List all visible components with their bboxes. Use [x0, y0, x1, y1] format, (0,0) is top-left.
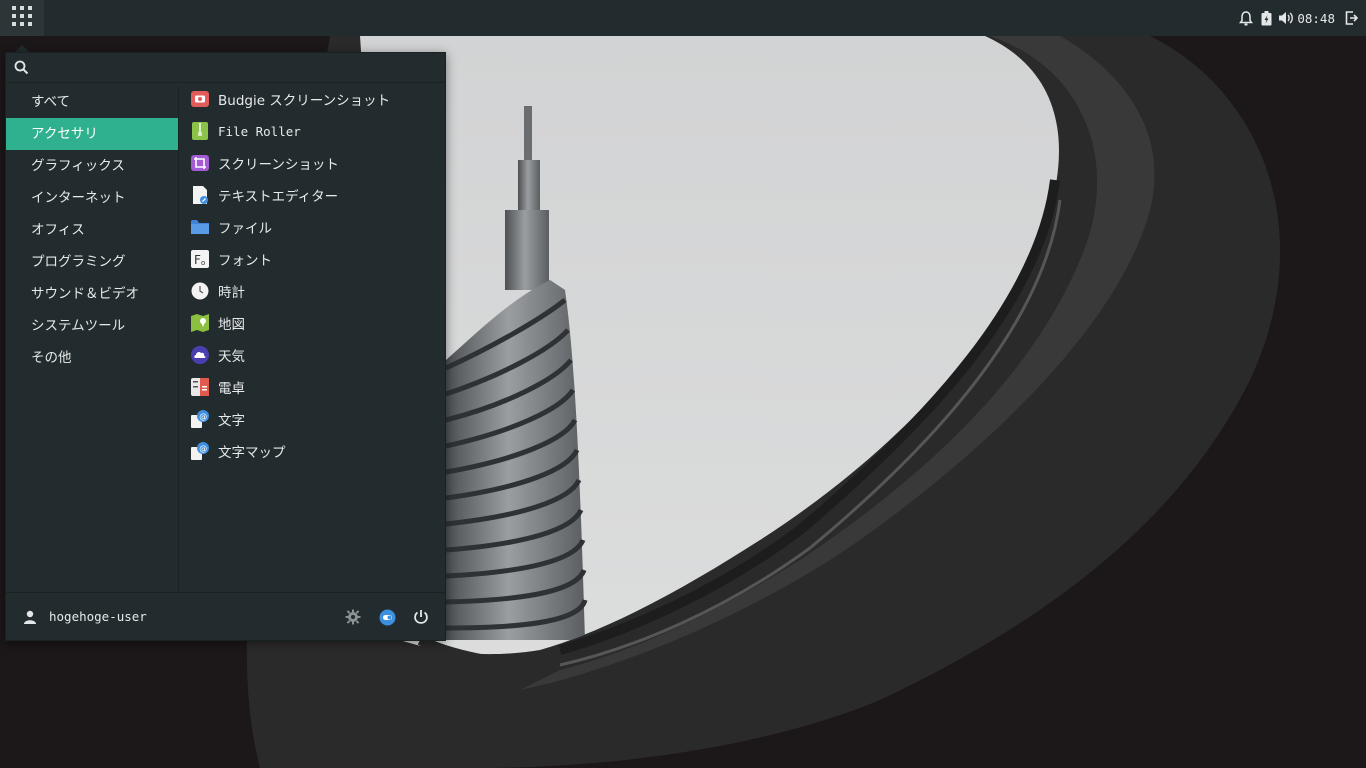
folder-icon	[190, 217, 210, 237]
app-label: 時計	[218, 285, 245, 301]
bell-icon[interactable]	[1237, 9, 1255, 27]
app-menu-button[interactable]	[0, 0, 44, 36]
app-item-fonts[interactable]: F o フォント	[186, 243, 445, 275]
system-tray: 08:48	[1236, 0, 1366, 36]
app-label: 電卓	[218, 381, 245, 397]
app-label: Budgie スクリーンショット	[218, 93, 391, 109]
weather-icon	[190, 345, 210, 365]
character-map-icon: @	[190, 441, 210, 461]
app-item-maps[interactable]: 地図	[186, 307, 445, 339]
calculator-icon	[190, 377, 210, 397]
svg-text:o: o	[201, 259, 205, 267]
app-item-characters[interactable]: @ 文字	[186, 403, 445, 435]
category-internet[interactable]: インターネット	[6, 182, 178, 214]
search-icon	[6, 53, 36, 83]
application-menu: すべて アクセサリ グラフィックス インターネット オフィス プログラミング サ…	[5, 52, 446, 641]
svg-text:@: @	[199, 444, 207, 453]
svg-text:F: F	[194, 253, 201, 267]
app-item-files[interactable]: ファイル	[186, 211, 445, 243]
category-graphics[interactable]: グラフィックス	[6, 150, 178, 182]
top-panel: 08:48	[0, 0, 1366, 36]
category-list: すべて アクセサリ グラフィックス インターネット オフィス プログラミング サ…	[6, 86, 179, 593]
category-other[interactable]: その他	[6, 342, 178, 374]
app-label: フォント	[218, 253, 272, 269]
app-item-weather[interactable]: 天気	[186, 339, 445, 371]
app-item-budgie-screenshot[interactable]: Budgie スクリーンショット	[186, 83, 445, 115]
clock[interactable]: 08:48	[1297, 11, 1335, 26]
settings-icon[interactable]	[341, 605, 365, 629]
app-label: 文字マップ	[218, 445, 286, 461]
screenshot-icon	[190, 153, 210, 173]
logout-icon[interactable]	[1342, 9, 1360, 27]
category-programming[interactable]: プログラミング	[6, 246, 178, 278]
font-icon: F o	[190, 249, 210, 269]
toggle-icon[interactable]	[375, 605, 399, 629]
app-item-character-map[interactable]: @ 文字マップ	[186, 435, 445, 467]
budgie-screenshot-icon	[190, 89, 210, 109]
text-editor-icon	[190, 185, 210, 205]
battery-icon[interactable]	[1257, 9, 1275, 27]
app-item-screenshot[interactable]: スクリーンショット	[186, 147, 445, 179]
archive-icon	[190, 121, 210, 141]
volume-icon[interactable]	[1277, 9, 1295, 27]
user-name[interactable]: hogehoge-user	[49, 609, 147, 624]
app-list: Budgie スクリーンショット File Roller スクリーンショット テ…	[186, 83, 445, 467]
app-item-calculator[interactable]: 電卓	[186, 371, 445, 403]
app-label: 地図	[218, 317, 245, 333]
app-label: 天気	[218, 349, 245, 365]
menu-footer: hogehoge-user	[6, 592, 445, 640]
menu-popover-arrow	[15, 45, 29, 52]
app-label: テキストエディター	[218, 189, 339, 205]
map-icon	[190, 313, 210, 333]
footer-actions	[331, 593, 433, 641]
app-label: スクリーンショット	[218, 157, 339, 173]
category-accessories[interactable]: アクセサリ	[6, 118, 178, 150]
user-icon	[20, 607, 40, 627]
category-sound-video[interactable]: サウンド＆ビデオ	[6, 278, 178, 310]
search-bar	[6, 53, 445, 83]
app-item-clock[interactable]: 時計	[186, 275, 445, 307]
svg-text:@: @	[199, 412, 207, 421]
app-grid-icon	[12, 6, 32, 30]
category-all[interactable]: すべて	[6, 86, 178, 118]
category-office[interactable]: オフィス	[6, 214, 178, 246]
app-item-file-roller[interactable]: File Roller	[186, 115, 445, 147]
app-label: 文字	[218, 413, 245, 429]
search-input[interactable]	[36, 55, 445, 80]
category-system-tools[interactable]: システムツール	[6, 310, 178, 342]
power-icon[interactable]	[409, 605, 433, 629]
characters-icon: @	[190, 409, 210, 429]
app-label: File Roller	[218, 123, 301, 139]
app-label: ファイル	[218, 221, 272, 237]
app-item-text-editor[interactable]: テキストエディター	[186, 179, 445, 211]
clock-icon	[190, 281, 210, 301]
